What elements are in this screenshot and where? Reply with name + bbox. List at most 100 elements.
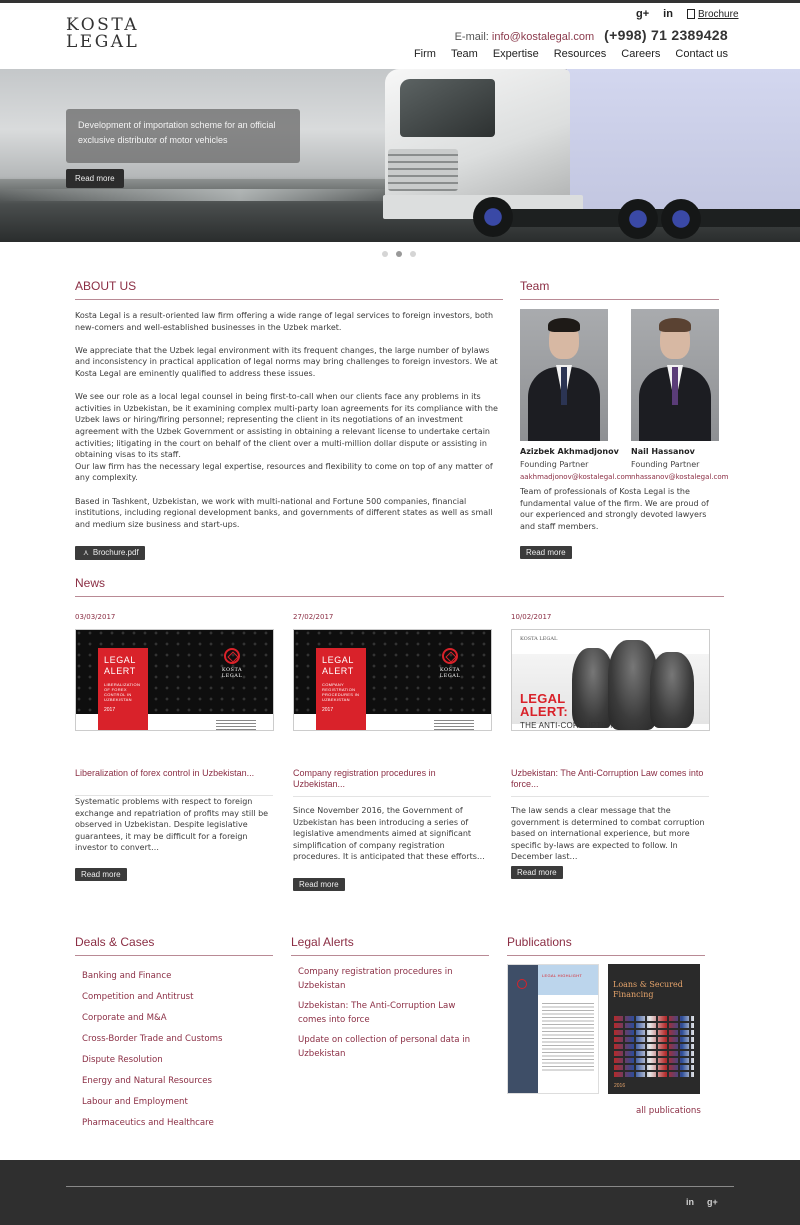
kosta-logo-icon <box>224 648 240 664</box>
nav-careers[interactable]: Careers <box>621 48 660 60</box>
email-label: E-mail: <box>454 31 489 43</box>
cover-sidebar <box>508 965 538 1093</box>
member-email[interactable]: aakhmadjonov@kostalegal.com <box>520 473 632 481</box>
photo-tie <box>672 367 678 405</box>
fine-print <box>434 720 474 730</box>
brochure-pdf-label: Brochure.pdf <box>92 548 139 557</box>
nav-expertise[interactable]: Expertise <box>493 48 539 60</box>
hero-caption: Development of importation scheme for an… <box>66 109 300 163</box>
about-paragraph: Kosta Legal is a result-oriented law fir… <box>75 311 494 332</box>
linkedin-icon[interactable]: in <box>663 8 673 20</box>
deals-item[interactable]: Banking and Finance <box>82 966 222 987</box>
deals-item[interactable]: Cross-Border Trade and Customs <box>82 1029 222 1050</box>
slider-dot[interactable] <box>410 251 416 257</box>
cover-label: LEGAL HIGHLIGHT <box>542 973 583 978</box>
member-role: Founding Partner <box>631 460 700 469</box>
news-date: 03/03/2017 <box>75 613 116 621</box>
alerts-item[interactable]: Company registration procedures in Uzbek… <box>298 966 483 993</box>
alerts-item[interactable]: Update on collection of personal data in… <box>298 1034 483 1061</box>
footer-divider <box>66 1186 734 1187</box>
team-title: Team <box>520 279 719 300</box>
team-photo[interactable] <box>631 309 719 441</box>
about-paragraph: We appreciate that the Uzbek legal envir… <box>75 345 498 378</box>
news-image[interactable]: KOSTA LEGAL LEGAL ALERT: THE ANTI-CORRUP… <box>511 629 710 731</box>
hero-motion-blur <box>0 189 400 201</box>
contact-row: E-mail: info@kostalegal.com (+998) 71 23… <box>455 27 728 43</box>
member-role: Founding Partner <box>520 460 589 469</box>
truck-trailer <box>565 69 800 214</box>
cover-flags-grid <box>614 1016 694 1078</box>
photo-hair <box>659 318 691 332</box>
deals-item[interactable]: Dispute Resolution <box>82 1050 222 1071</box>
news-headline[interactable]: Liberalization of forex control in Uzbek… <box>75 768 270 779</box>
deals-item[interactable]: Pharmaceutics and Healthcare <box>82 1113 222 1134</box>
truck-wheel <box>473 197 513 237</box>
pdf-icon: ⋏ <box>83 548 89 557</box>
news-image[interactable]: LEGAL ALERT LIBERALIZATION OF FOREX CONT… <box>75 629 274 731</box>
news-excerpt: The law sends a clear message that the g… <box>511 806 705 862</box>
truck-wheel <box>618 199 658 239</box>
linkedin-icon[interactable]: in <box>686 1197 694 1207</box>
brochure-link-label: Brochure <box>697 8 739 20</box>
hero-read-more-button[interactable]: Read more <box>66 169 124 188</box>
publication-cover[interactable]: LEGAL HIGHLIGHT <box>507 964 599 1094</box>
news-headline[interactable]: Company registration procedures in Uzbek… <box>293 768 488 790</box>
kosta-legal-logo: KOSTA LEGAL <box>212 648 252 679</box>
member-name[interactable]: Azizbek Akhmadjonov <box>520 447 619 456</box>
member-name[interactable]: Nail Hassanov <box>631 447 695 456</box>
team-read-more-button[interactable]: Read more <box>520 546 572 559</box>
team-photo[interactable] <box>520 309 608 441</box>
email-row: E-mail: info@kostalegal.com <box>455 31 595 43</box>
hero-slider[interactable]: Development of importation scheme for an… <box>0 69 800 242</box>
publication-cover[interactable]: Loans & Secured Financing 2016 <box>608 964 700 1094</box>
all-publications-link[interactable]: all publications <box>636 1106 701 1116</box>
legal-alert-subtitle: THE ANTI-CORRUPTION LAW COMES INTO FORCE <box>520 721 617 731</box>
cover-title: Loans & Secured Financing <box>613 980 683 999</box>
news-title: News <box>75 576 724 597</box>
kosta-logo-icon <box>517 979 527 989</box>
google-plus-icon[interactable]: g+ <box>636 8 649 20</box>
team-description: Team of professionals of Kosta Legal is … <box>520 487 709 531</box>
cover-year: 2016 <box>614 1083 626 1089</box>
email-link[interactable]: info@kostalegal.com <box>492 31 594 43</box>
news-image[interactable]: LEGAL ALERT COMPANY REGISTRATION PROCEDU… <box>293 629 492 731</box>
deals-list: Banking and Finance Competition and Anti… <box>82 966 222 1134</box>
news-headline[interactable]: Uzbekistan: The Anti-Corruption Law come… <box>511 768 706 790</box>
kosta-legal-logo: KOSTA LEGAL <box>430 648 470 679</box>
nav-contact-us[interactable]: Contact us <box>675 48 728 60</box>
logo[interactable]: KOSTA LEGAL <box>66 17 139 51</box>
google-plus-icon[interactable]: g+ <box>707 1197 718 1207</box>
nav-team[interactable]: Team <box>451 48 478 60</box>
brochure-pdf-button[interactable]: ⋏ Brochure.pdf <box>75 546 145 560</box>
news-read-more-button[interactable]: Read more <box>511 866 563 879</box>
news-divider <box>293 796 491 797</box>
nav-resources[interactable]: Resources <box>554 48 607 60</box>
alerts-title: Legal Alerts <box>291 935 489 956</box>
top-border <box>0 0 800 3</box>
truck-wheel <box>661 199 701 239</box>
truck-grille <box>388 149 458 191</box>
news-read-more-button[interactable]: Read more <box>75 868 127 881</box>
news-excerpt: Systematic problems with respect to fore… <box>75 797 269 853</box>
news-divider <box>511 796 709 797</box>
photo-tie <box>561 367 567 405</box>
news-date: 10/02/2017 <box>511 613 552 621</box>
legal-alert-heading: LEGAL ALERT <box>322 655 354 676</box>
monkey-statue <box>650 652 694 728</box>
nav-firm[interactable]: Firm <box>414 48 436 60</box>
brochure-link[interactable]: Brochure <box>686 8 739 20</box>
about-title: ABOUT US <box>75 279 503 300</box>
alerts-item[interactable]: Uzbekistan: The Anti-Corruption Law come… <box>298 1000 483 1027</box>
deals-item[interactable]: Labour and Employment <box>82 1092 222 1113</box>
legal-alert-subtitle: LIBERALIZATION OF FOREX CONTROL IN UZBEK… <box>104 682 141 702</box>
member-email[interactable]: nhassanov@kostalegal.com <box>631 473 728 481</box>
news-read-more-button[interactable]: Read more <box>293 878 345 891</box>
deals-item[interactable]: Competition and Antitrust <box>82 987 222 1008</box>
slider-dot-active[interactable] <box>396 251 402 257</box>
deals-item[interactable]: Energy and Natural Resources <box>82 1071 222 1092</box>
deals-item[interactable]: Corporate and M&A <box>82 1008 222 1029</box>
slider-dot[interactable] <box>382 251 388 257</box>
legal-alert-panel: LEGAL ALERT COMPANY REGISTRATION PROCEDU… <box>316 648 366 730</box>
logo-line-2: LEGAL <box>66 32 140 52</box>
about-text: Kosta Legal is a result-oriented law fir… <box>75 310 503 542</box>
